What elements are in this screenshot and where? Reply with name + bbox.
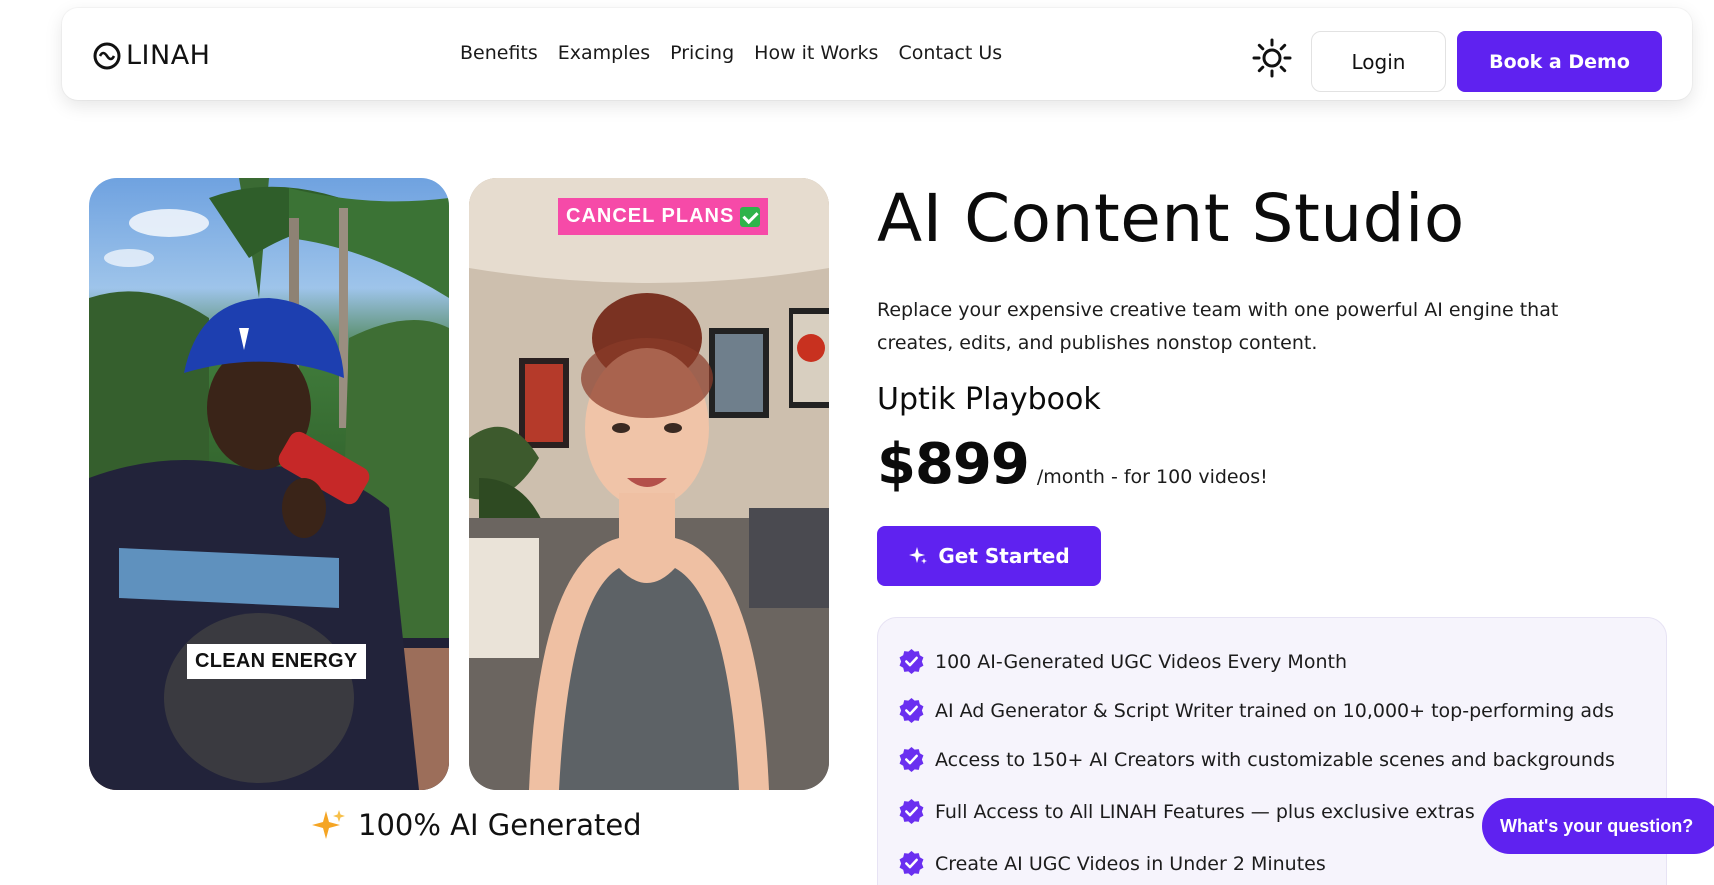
- list-item: 100 AI-Generated UGC Videos Every Month: [898, 648, 1347, 675]
- feature-text: Full Access to All LINAH Features — plus…: [935, 800, 1475, 823]
- caption-tag-cancel-plans: CANCEL PLANS: [558, 198, 769, 235]
- caption-tag-clean-energy: CLEAN ENERGY: [187, 644, 366, 679]
- sparkle-icon: [909, 547, 928, 564]
- sparkles-icon: [312, 810, 345, 839]
- login-button[interactable]: Login: [1311, 31, 1446, 92]
- page-title: AI Content Studio: [877, 180, 1465, 257]
- chat-widget-button[interactable]: What's your question?: [1482, 798, 1714, 854]
- nav-link-examples[interactable]: Examples: [558, 42, 650, 64]
- sun-icon[interactable]: [1252, 38, 1292, 78]
- feature-text: AI Ad Generator & Script Writer trained …: [935, 699, 1614, 722]
- hero-subtitle: Replace your expensive creative team wit…: [877, 299, 1559, 354]
- list-item: Create AI UGC Videos in Under 2 Minutes: [898, 850, 1326, 877]
- ai-generated-caption: 100% AI Generated: [312, 808, 642, 842]
- verified-badge-icon: [899, 649, 924, 674]
- list-item: Full Access to All LINAH Features — plus…: [898, 798, 1475, 825]
- verified-badge-icon: [899, 698, 924, 723]
- nav-link-pricing[interactable]: Pricing: [670, 42, 734, 64]
- plan-price-note: /month - for 100 videos!: [1036, 466, 1268, 488]
- list-item: Access to 150+ AI Creators with customiz…: [898, 746, 1615, 773]
- video-card-cancel-plans[interactable]: CANCEL PLANS: [469, 178, 829, 790]
- top-navbar: LINAH Benefits Examples Pricing How it W…: [62, 8, 1692, 100]
- primary-nav: Benefits Examples Pricing How it Works C…: [460, 42, 1022, 64]
- video-thumbnail-woman-talking: [469, 178, 829, 790]
- get-started-button[interactable]: Get Started: [877, 526, 1101, 586]
- list-item: AI Ad Generator & Script Writer trained …: [898, 697, 1614, 724]
- video-card-clean-energy[interactable]: CLEAN ENERGY: [89, 178, 449, 790]
- verified-badge-icon: [899, 799, 924, 824]
- logo[interactable]: LINAH: [92, 40, 210, 71]
- book-demo-button[interactable]: Book a Demo: [1457, 31, 1662, 92]
- plan-name: Uptik Playbook: [877, 382, 1101, 417]
- feature-text: Access to 150+ AI Creators with customiz…: [935, 748, 1615, 771]
- get-started-label: Get Started: [938, 544, 1070, 568]
- verified-badge-icon: [899, 851, 924, 876]
- verified-badge-icon: [899, 747, 924, 772]
- check-mark-icon: [740, 206, 761, 227]
- nav-link-benefits[interactable]: Benefits: [460, 42, 538, 64]
- video-thumbnail-man-drinking: [89, 178, 449, 790]
- price-row: $899 /month - for 100 videos!: [877, 432, 1268, 497]
- logo-text: LINAH: [126, 40, 211, 71]
- nav-link-how-it-works[interactable]: How it Works: [754, 42, 878, 64]
- caption-tag-cancel-plans-text: CANCEL PLANS: [566, 205, 735, 227]
- nav-link-contact-us[interactable]: Contact Us: [898, 42, 1002, 64]
- plan-price: $899: [877, 432, 1030, 497]
- feature-text: 100 AI-Generated UGC Videos Every Month: [935, 650, 1347, 673]
- ai-generated-text: 100% AI Generated: [358, 808, 642, 842]
- logo-mark-icon: [93, 42, 121, 69]
- feature-text: Create AI UGC Videos in Under 2 Minutes: [935, 852, 1326, 875]
